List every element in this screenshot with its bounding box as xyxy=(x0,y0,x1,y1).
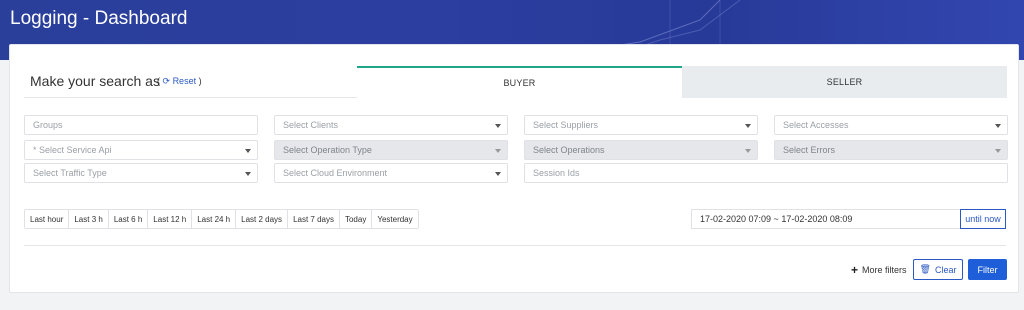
chevron-down-icon xyxy=(745,149,751,153)
range-last-hour[interactable]: Last hour xyxy=(25,210,70,228)
until-now-button[interactable]: until now xyxy=(960,209,1006,229)
range-today[interactable]: Today xyxy=(339,210,373,228)
chevron-down-icon xyxy=(995,124,1001,128)
tab-buyer[interactable]: BUYER xyxy=(357,66,682,98)
divider xyxy=(24,245,1006,246)
reset-icon: ⟳ xyxy=(162,76,171,86)
plus-icon: + xyxy=(851,263,859,277)
groups-input[interactable]: Groups xyxy=(24,115,258,135)
tab-seller[interactable]: SELLER xyxy=(682,66,1007,98)
chevron-down-icon xyxy=(495,149,501,153)
chevron-down-icon xyxy=(745,124,751,128)
range-last-6h[interactable]: Last 6 h xyxy=(108,210,149,228)
operation-type-select[interactable]: Select Operation Type xyxy=(274,140,508,160)
range-last-24h[interactable]: Last 24 h xyxy=(192,210,237,228)
title-underline xyxy=(24,97,358,98)
cloud-environment-select[interactable]: Select Cloud Environment xyxy=(274,163,508,183)
search-card: Make your search as ( ⟳ Reset ) BUYER SE… xyxy=(9,44,1019,293)
range-last-3h[interactable]: Last 3 h xyxy=(69,210,109,228)
errors-select[interactable]: Select Errors xyxy=(774,140,1008,160)
search-title: Make your search as xyxy=(30,73,160,89)
chevron-down-icon xyxy=(245,149,251,153)
clear-button[interactable]: 🗑 Clear xyxy=(913,259,963,280)
range-last-7-days[interactable]: Last 7 days xyxy=(288,210,340,228)
accesses-select[interactable]: Select Accesses xyxy=(774,115,1008,135)
trash-icon: 🗑 xyxy=(919,264,931,274)
operations-select[interactable]: Select Operations xyxy=(524,140,758,160)
more-filters-button[interactable]: + More filters xyxy=(851,263,907,277)
reset-control[interactable]: ( ⟳ Reset ) xyxy=(157,76,202,87)
chevron-down-icon xyxy=(495,172,501,176)
page-title: Logging - Dashboard xyxy=(10,8,188,29)
traffic-type-select[interactable]: Select Traffic Type xyxy=(24,163,258,183)
service-api-select[interactable]: * Select Service Api xyxy=(24,140,258,160)
time-range-group: Last hour Last 3 h Last 6 h Last 12 h La… xyxy=(24,209,419,229)
clients-select[interactable]: Select Clients xyxy=(274,115,508,135)
session-ids-input[interactable]: Session Ids xyxy=(524,163,1008,183)
chevron-down-icon xyxy=(995,149,1001,153)
range-yesterday[interactable]: Yesterday xyxy=(372,210,418,228)
range-last-2-days[interactable]: Last 2 days xyxy=(236,210,289,228)
range-last-12h[interactable]: Last 12 h xyxy=(148,210,193,228)
reset-link[interactable]: Reset xyxy=(173,76,197,86)
date-range-input[interactable]: 17-02-2020 07:09 ~ 17-02-2020 08:09 xyxy=(691,209,961,229)
suppliers-select[interactable]: Select Suppliers xyxy=(524,115,758,135)
filter-button[interactable]: Filter xyxy=(968,259,1007,280)
chevron-down-icon xyxy=(495,124,501,128)
chevron-down-icon xyxy=(245,172,251,176)
